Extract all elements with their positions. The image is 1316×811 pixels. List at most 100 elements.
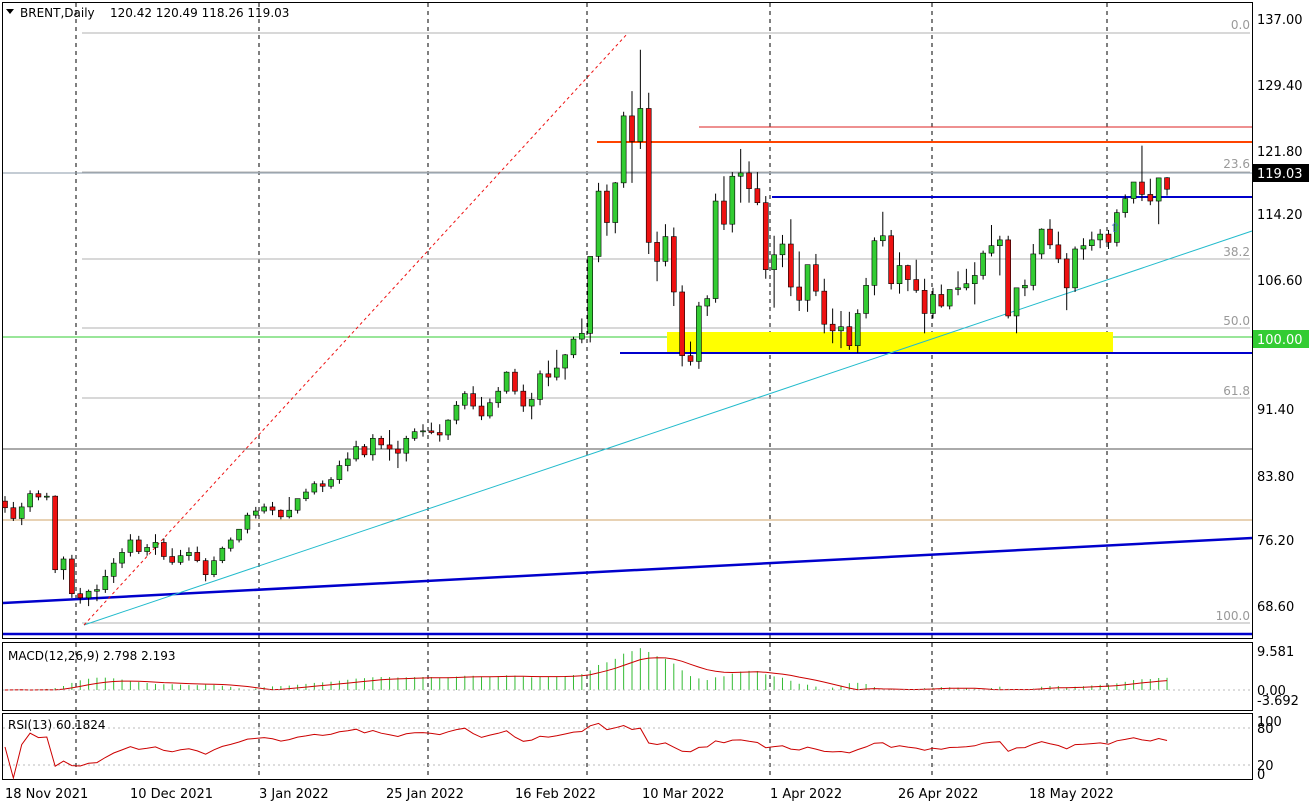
candle-body[interactable] [119,552,125,564]
candle-body[interactable] [135,539,142,552]
candle-body[interactable] [219,547,226,561]
trading-chart[interactable]: 0.0 23.6 38.2 50.0 61.8 100.0 ⇧ 137.00 1… [0,0,1316,807]
candle-body[interactable] [278,509,284,518]
candle-body[interactable] [696,305,702,362]
candle-body[interactable] [871,240,878,286]
candle-body[interactable] [1080,245,1087,250]
candle-body[interactable] [854,313,861,347]
candle-body[interactable] [94,589,100,592]
support-zone[interactable] [667,332,1113,353]
candle-body[interactable] [194,552,201,561]
candle-body[interactable] [888,235,894,285]
candle-body[interactable] [27,493,33,508]
candle-body[interactable] [629,115,635,142]
candle-body[interactable] [821,290,828,325]
candle-body[interactable] [69,558,75,595]
candle-body[interactable] [553,367,560,378]
candle-body[interactable] [988,245,995,254]
candle-body[interactable] [1164,177,1170,190]
candle-body[interactable] [670,236,677,293]
candle-body[interactable] [913,279,920,291]
candle-body[interactable] [294,498,301,511]
candle-body[interactable] [386,444,393,450]
candle-body[interactable] [737,172,744,177]
candle-body[interactable] [971,275,978,285]
candle-body[interactable] [445,419,451,436]
candle-body[interactable] [512,371,518,392]
candle-body[interactable] [637,108,644,142]
candle-body[interactable] [144,547,150,552]
candle-body[interactable] [1097,233,1103,241]
candle-body[interactable] [729,175,736,225]
candle-body[interactable] [328,479,334,487]
candle-body[interactable] [77,593,84,599]
candle-body[interactable] [1055,244,1062,260]
candle-body[interactable] [436,432,443,436]
candle-body[interactable] [177,555,184,563]
candle-body[interactable] [1089,239,1095,246]
candle-body[interactable] [60,558,67,571]
candle-body[interactable] [1130,181,1137,199]
candle-body[interactable] [997,239,1003,246]
candle-body[interactable] [620,115,627,184]
candle-body[interactable] [261,506,267,512]
candle-body[interactable] [604,190,610,223]
candle-body[interactable] [43,495,50,498]
candle-body[interactable] [813,264,819,292]
candle-body[interactable] [963,283,970,289]
candle-body[interactable] [754,188,761,203]
candle-body[interactable] [236,528,242,541]
candle-body[interactable] [955,287,961,290]
candle-body[interactable] [579,333,585,340]
candle-body[interactable] [879,235,886,242]
candle-body[interactable] [788,243,794,288]
candle-body[interactable] [495,390,502,404]
candle-body[interactable] [896,265,903,285]
candle-body[interactable] [152,542,159,548]
dropdown-triangle-icon[interactable] [6,9,14,14]
candle-body[interactable] [319,483,326,487]
candle-body[interactable] [2,500,8,509]
candle-body[interactable] [645,108,652,243]
candle-body[interactable] [244,514,251,530]
candle-body[interactable] [35,493,42,498]
candle-body[interactable] [721,200,727,225]
candle-body[interactable] [762,202,769,270]
candle-body[interactable] [18,506,25,519]
candle-body[interactable] [796,286,803,301]
candle-body[interactable] [980,252,986,276]
candle-body[interactable] [169,556,175,563]
candle-body[interactable] [353,446,359,460]
candle-body[interactable] [662,236,669,262]
candle-body[interactable] [562,354,568,369]
candle-body[interactable] [545,373,552,378]
candle-body[interactable] [679,291,685,356]
candle-body[interactable] [470,393,476,407]
candle-body[interactable] [411,431,418,439]
candle-body[interactable] [1122,198,1129,213]
candle-body[interactable] [537,373,543,400]
candle-body[interactable] [1072,248,1078,289]
candle-body[interactable] [227,539,234,549]
candle-body[interactable] [838,326,844,332]
candle-body[interactable] [211,560,217,575]
candle-body[interactable] [746,172,752,189]
candle-body[interactable] [102,576,109,590]
candle-body[interactable] [587,256,594,334]
candle-body[interactable] [127,539,134,553]
candle-body[interactable] [1047,228,1053,246]
fib-diagonal[interactable] [83,32,629,626]
candle-body[interactable] [1030,253,1037,286]
candle-body[interactable] [654,242,660,262]
candle-body[interactable] [704,298,711,307]
candle-body[interactable] [10,507,17,519]
candle-body[interactable] [344,458,351,466]
candle-body[interactable] [528,399,535,407]
candle-body[interactable] [478,405,485,417]
candle-body[interactable] [905,265,911,280]
candle-body[interactable] [269,506,276,511]
chart-window[interactable]: 0.0 23.6 38.2 50.0 61.8 100.0 ⇧ 137.00 1… [0,0,1316,807]
candle-body[interactable] [403,437,410,454]
candle-body[interactable] [1005,239,1012,317]
candle-body[interactable] [570,338,577,356]
